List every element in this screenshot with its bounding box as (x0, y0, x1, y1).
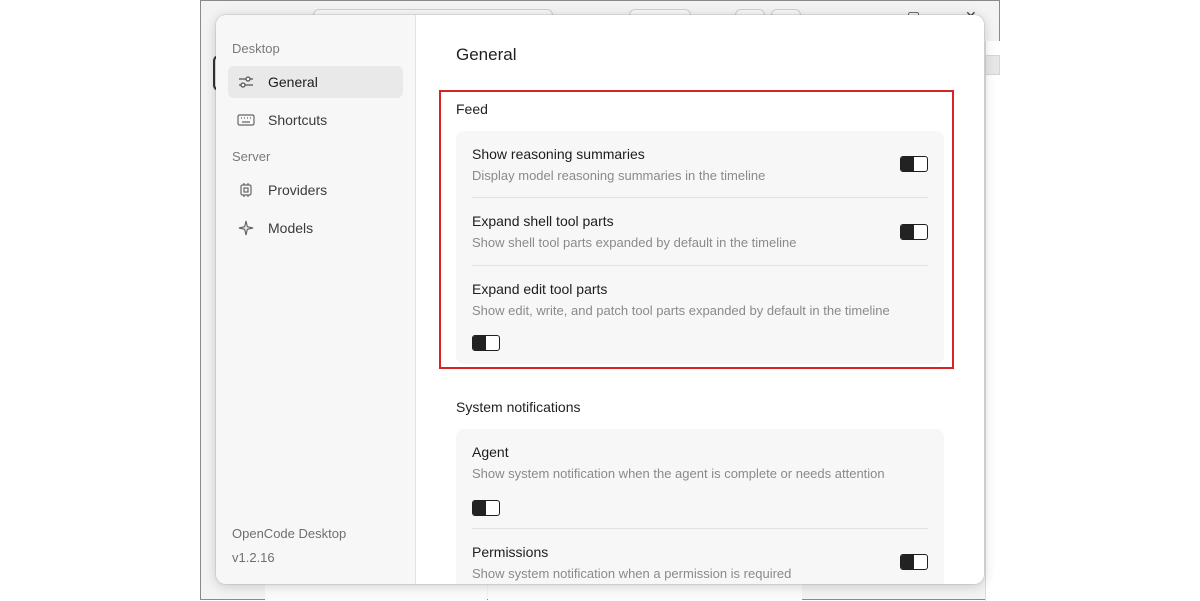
setting-description: Show system notification when a permissi… (472, 566, 792, 581)
setting-title: Expand shell tool parts (472, 213, 614, 229)
shell-tool-parts-toggle[interactable] (900, 224, 928, 240)
setting-row-agent: Agent Show system notification when the … (472, 429, 928, 528)
sidebar-item-models[interactable]: Models (228, 212, 403, 244)
sliders-icon (236, 72, 256, 92)
sidebar-item-label: Providers (268, 182, 328, 198)
setting-description: Show shell tool parts expanded by defaul… (472, 235, 797, 250)
keyboard-icon (236, 110, 256, 130)
setting-description: Display model reasoning summaries in the… (472, 168, 766, 183)
feed-section-title: Feed (456, 101, 488, 117)
setting-description: Show edit, write, and patch tool parts e… (472, 303, 890, 318)
setting-title: Agent (472, 444, 509, 460)
chip-icon (236, 180, 256, 200)
feed-card: Show reasoning summaries Display model r… (456, 131, 944, 364)
setting-description: Show system notification when the agent … (472, 466, 885, 481)
setting-title: Show reasoning summaries (472, 146, 645, 162)
page-title: General (456, 45, 517, 64)
notifications-section-title: System notifications (456, 399, 581, 415)
reasoning-summaries-toggle[interactable] (900, 156, 928, 172)
settings-content: General Feed Show reasoning summaries Di… (416, 15, 984, 584)
notifications-card: Agent Show system notification when the … (456, 429, 944, 584)
sidebar-item-label: General (268, 74, 318, 90)
setting-row-reasoning-summaries: Show reasoning summaries Display model r… (472, 131, 928, 198)
setting-row-edit-tool-parts: Expand edit tool parts Show edit, write,… (472, 266, 928, 364)
background-tab-strip (985, 55, 1000, 75)
setting-title: Permissions (472, 544, 549, 560)
background-right-panel (985, 41, 1000, 601)
settings-dialog: Desktop General Shortcuts Server Provide… (216, 15, 984, 584)
app-version: v1.2.16 (232, 550, 275, 565)
sidebar-item-providers[interactable]: Providers (228, 174, 403, 206)
setting-row-permissions: Permissions Show system notification whe… (472, 529, 928, 584)
permissions-notification-toggle[interactable] (900, 554, 928, 570)
sidebar-section-server: Server (232, 149, 271, 164)
sidebar-item-shortcuts[interactable]: Shortcuts (228, 104, 403, 136)
settings-sidebar: Desktop General Shortcuts Server Provide… (216, 15, 416, 584)
edit-tool-parts-toggle[interactable] (472, 335, 500, 351)
setting-title: Expand edit tool parts (472, 281, 608, 297)
app-name: OpenCode Desktop (232, 526, 347, 541)
sparkle-icon (236, 218, 256, 238)
sidebar-item-label: Models (268, 220, 314, 236)
sidebar-item-general[interactable]: General (228, 66, 403, 98)
setting-row-shell-tool-parts: Expand shell tool parts Show shell tool … (472, 198, 928, 265)
sidebar-section-desktop: Desktop (232, 41, 280, 56)
agent-notification-toggle[interactable] (472, 500, 500, 516)
sidebar-item-label: Shortcuts (268, 112, 328, 128)
